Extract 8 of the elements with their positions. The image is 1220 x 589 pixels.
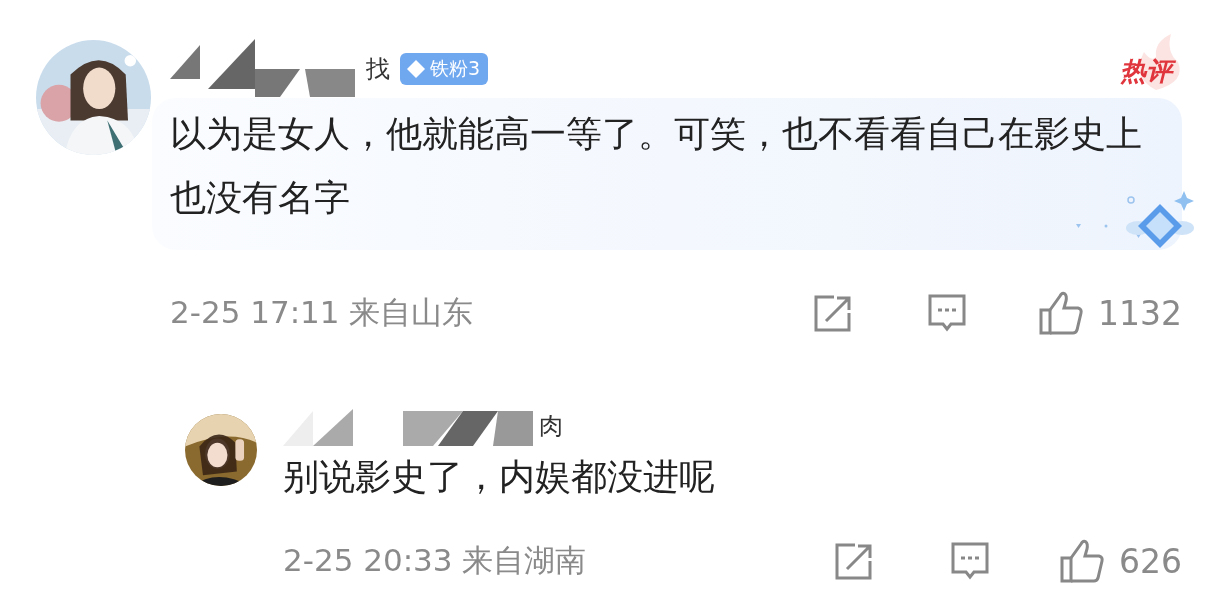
like-count: 1132 <box>1098 293 1182 333</box>
like-count: 626 <box>1119 541 1182 581</box>
comment-meta: 2-25 17:11 来自山东 <box>170 293 474 332</box>
comment-text: 以为是女人，他就能高一等了。可笑，也不看看自己在影史上也没有名字 <box>170 112 1143 220</box>
username[interactable]: 肉 <box>539 410 563 442</box>
comment-meta: 2-25 20:33 来自湖南 <box>283 541 587 580</box>
reply-text: 别说影史了，内娱都没进呢 <box>283 455 716 499</box>
username[interactable]: 找 <box>366 53 390 85</box>
